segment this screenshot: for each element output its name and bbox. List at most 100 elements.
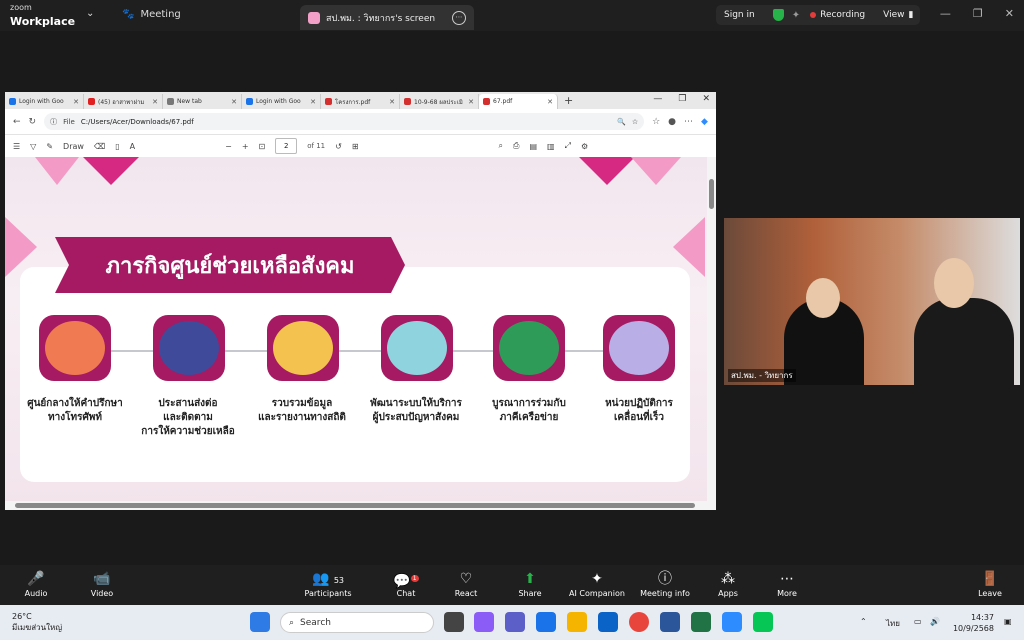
minimize-icon[interactable]: — [653, 94, 662, 104]
notifications-icon[interactable]: ▣ [1004, 617, 1012, 626]
weather-temp: 26°C [12, 612, 32, 621]
teams-icon[interactable] [505, 612, 525, 632]
tab-label: New tab [177, 98, 202, 105]
task-view-icon[interactable] [444, 612, 464, 632]
audio-button[interactable]: 🎤 Audio [6, 569, 66, 598]
close-tab-icon[interactable]: ✕ [73, 98, 79, 106]
close-tab-icon[interactable]: ✕ [231, 98, 237, 106]
close-tab-icon[interactable]: ✕ [310, 98, 316, 106]
apps-button[interactable]: ⁂ Apps [698, 569, 758, 598]
print-icon[interactable]: ⎙ [513, 141, 519, 151]
browser-tab[interactable]: New tab ✕ [163, 94, 242, 109]
close-tab-icon[interactable]: ✕ [389, 98, 395, 106]
browser-tab[interactable]: Login with Goo ✕ [5, 94, 84, 109]
zoom-in-icon[interactable]: + [242, 142, 249, 151]
new-tab-icon[interactable]: + [564, 94, 573, 107]
close-tab-icon[interactable]: ✕ [468, 98, 474, 106]
find-icon[interactable]: ⌕ [499, 141, 503, 151]
scroll-thumb[interactable] [709, 179, 714, 209]
restore-icon[interactable]: ❐ [973, 7, 983, 20]
favorites-icon[interactable]: ☆ [652, 117, 660, 127]
restore-icon[interactable]: ❐ [678, 94, 686, 104]
zoom-out-icon[interactable]: − [225, 142, 232, 151]
vertical-scrollbar[interactable] [707, 157, 716, 501]
draw-icon[interactable]: ✎ [46, 142, 53, 151]
view-icon[interactable]: ▮ [908, 10, 913, 20]
participant-video[interactable]: สป.พม. - วิทยากร [724, 218, 1020, 385]
leave-button[interactable]: 🚪 Leave [960, 569, 1020, 598]
star-icon[interactable]: ☆ [632, 118, 638, 126]
chat-button[interactable]: 💬 1 Chat [376, 569, 436, 598]
scroll-thumb[interactable] [15, 503, 695, 508]
settings-icon[interactable]: ⚙ [581, 142, 588, 151]
recording-label[interactable]: Recording [820, 10, 865, 20]
fit-page-icon[interactable]: ⊡ [259, 142, 266, 151]
chevron-down-icon[interactable]: ⌄ [86, 8, 94, 19]
back-icon[interactable]: ← [13, 117, 21, 127]
line-icon[interactable] [753, 612, 773, 632]
zoom-app-icon[interactable] [722, 612, 742, 632]
copilot-icon[interactable] [474, 612, 494, 632]
page-number-input[interactable]: 2 [275, 138, 298, 154]
fullscreen-icon[interactable]: ⤢ [565, 141, 571, 151]
taskbar-search[interactable]: ⌕ Search [280, 612, 434, 633]
close-icon[interactable]: ✕ [702, 94, 710, 104]
rotate-icon[interactable]: ↺ [335, 142, 342, 151]
weather-widget[interactable]: 26°C มีเมฆส่วนใหญ่ [12, 611, 62, 633]
display-icon[interactable]: ▭ [914, 617, 922, 626]
zoom-icon[interactable]: 🔍 [617, 118, 626, 126]
video-button[interactable]: 📹 Video [72, 569, 132, 598]
excel-icon[interactable] [691, 612, 711, 632]
participants-button[interactable]: 👥 53 Participants [298, 569, 358, 598]
edge-icon[interactable] [536, 612, 556, 632]
shield-icon[interactable] [772, 9, 784, 21]
browser-tab[interactable]: 10-9-68 ผลประเมิ ✕ [400, 94, 479, 109]
view-button[interactable]: View [883, 10, 904, 20]
minimize-icon[interactable]: — [940, 7, 951, 20]
close-tab-icon[interactable]: ✕ [152, 98, 158, 106]
chrome-icon[interactable] [629, 612, 649, 632]
language-indicator[interactable]: ไทย [886, 617, 900, 630]
word-icon[interactable] [660, 612, 680, 632]
ai-sparkle-icon[interactable]: ✦ [792, 10, 800, 21]
copilot-icon[interactable]: ◆ [701, 117, 708, 127]
close-icon[interactable]: ✕ [1005, 7, 1014, 20]
share-button[interactable]: ⬆ Share [500, 569, 560, 598]
react-button[interactable]: ♡ React [436, 569, 496, 598]
highlight-icon[interactable]: ▽ [30, 142, 36, 151]
sign-in-button[interactable]: Sign in [724, 10, 755, 20]
read-icon[interactable]: ▯ [115, 142, 119, 151]
browser-tab[interactable]: โครงการ.pdf ✕ [321, 94, 400, 109]
url-field[interactable]: ⓘ File C:/Users/Acer/Downloads/67.pdf 🔍 … [44, 113, 645, 130]
meeting-info-button[interactable]: ⓘ Meeting info [635, 569, 695, 598]
start-icon[interactable] [250, 612, 270, 632]
read-aloud-icon[interactable]: A [130, 142, 135, 151]
apps-icon: ⁂ [721, 571, 735, 587]
eraser-icon[interactable]: ⌫ [94, 142, 105, 151]
system-clock[interactable]: 14:37 10/9/2568 [953, 612, 994, 634]
ai-companion-button[interactable]: ✦ AI Companion [567, 569, 627, 598]
refresh-icon[interactable]: ↻ [29, 117, 37, 127]
more-icon[interactable]: ⋯ [684, 117, 693, 127]
contents-icon[interactable]: ☰ [13, 142, 20, 151]
file-explorer-icon[interactable] [567, 612, 587, 632]
browser-tab[interactable]: (45) อาสาพาฝาม ✕ [84, 94, 163, 109]
draw-label[interactable]: Draw [63, 142, 84, 151]
zoom-logo[interactable]: zoom Workplace [10, 4, 75, 28]
profile-icon[interactable]: ● [668, 117, 676, 127]
page-view-icon[interactable]: ⊞ [352, 142, 359, 151]
save-icon[interactable]: ▤ [529, 142, 537, 151]
mission-label-text: รวบรวมข้อมูล และรายงานทางสถิติ [258, 398, 346, 423]
chevron-up-icon[interactable]: ⌃ [860, 617, 867, 626]
browser-tab[interactable]: Login with Goo ✕ [242, 94, 321, 109]
save-as-icon[interactable]: ▥ [547, 142, 555, 151]
volume-icon[interactable]: 🔊 [930, 617, 940, 626]
close-tab-icon[interactable]: ✕ [547, 98, 553, 106]
outlook-icon[interactable] [598, 612, 618, 632]
meeting-menu[interactable]: 🐾 Meeting [122, 9, 181, 20]
more-options-icon[interactable]: ⋯ [452, 10, 466, 25]
browser-tab-active[interactable]: 67.pdf ✕ [479, 94, 558, 109]
horizontal-scrollbar[interactable] [5, 501, 716, 510]
more-button[interactable]: ⋯ More [757, 569, 817, 598]
screen-share-tab[interactable]: สป.พม. : วิทยากร's screen ⋯ [300, 5, 474, 30]
